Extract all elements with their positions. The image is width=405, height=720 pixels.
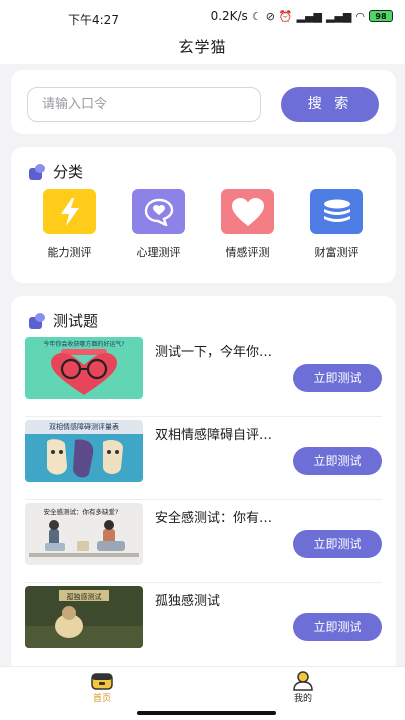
signal-icon: ▂▄▆ <box>296 9 322 23</box>
thumbnail-caption: 双相情感障碍测评量表 <box>49 422 119 431</box>
category-label: 心理测评 <box>136 246 181 259</box>
battery-icon: 98 <box>369 10 393 22</box>
test-row[interactable]: 双相情感障碍测评量表 双相情感障碍自评量表 立即测试 <box>25 417 382 500</box>
category-title: 分类 <box>53 163 84 181</box>
lightning-icon <box>43 189 96 234</box>
category-item-psychology[interactable]: 心理测评 <box>114 189 203 260</box>
category-item-emotion[interactable]: 情感评测 <box>203 189 292 260</box>
category-section-icon <box>29 163 45 180</box>
status-indicators: 0.2K/s ☾ ⊘ ⏰ ▂▄▆ ▂▄▆ ◠ 98 <box>211 9 393 23</box>
test-thumbnail: 今年你会收获哪方面的好运气? <box>25 337 143 399</box>
test-list: 今年你会收获哪方面的好运气? 测试一下，今年你会收获哪方面的好运气？ 立即测试 … <box>11 334 396 666</box>
category-label: 财富测评 <box>314 246 359 259</box>
category-header: 分类 <box>29 161 83 182</box>
heart-bubble-icon <box>132 189 185 234</box>
thumbnail-caption: 孤独感测试 <box>67 592 102 601</box>
start-test-button[interactable]: 立即测试 <box>293 613 382 641</box>
test-title: 测试一下，今年你会收获哪方面的好运气？ <box>155 345 283 360</box>
test-thumbnail: 安全感测试：你有多缺爱? <box>25 503 143 565</box>
coins-icon <box>310 189 363 234</box>
user-icon <box>293 671 313 691</box>
category-item-ability[interactable]: 能力测评 <box>25 189 114 260</box>
status-bar: 下午4:27 0.2K/s ☾ ⊘ ⏰ ▂▄▆ ▂▄▆ ◠ 98 <box>0 0 405 34</box>
test-row[interactable]: 孤独感测试 孤独感测试 立即测试 <box>25 583 382 666</box>
tab-me-label: 我的 <box>293 694 312 704</box>
test-title: 孤独感测试 <box>155 594 221 609</box>
wifi-icon: ◠ <box>355 9 365 23</box>
test-section-icon <box>29 312 45 329</box>
search-input[interactable]: 请输入口令 <box>27 87 261 122</box>
heart-icon <box>221 189 274 234</box>
status-time: 下午4:27 <box>68 13 119 27</box>
alarm-icon: ⏰ <box>278 9 293 23</box>
tab-me[interactable]: 我的 <box>273 671 333 704</box>
category-label: 能力测评 <box>47 246 92 259</box>
home-icon <box>91 673 113 690</box>
start-test-button[interactable]: 立即测试 <box>293 530 382 558</box>
mute-icon: ⊘ <box>265 9 275 23</box>
home-indicator <box>137 711 276 715</box>
signal-icon-2: ▂▄▆ <box>326 9 352 23</box>
tab-home-label: 首页 <box>92 694 111 704</box>
test-header: 测试题 <box>29 310 98 331</box>
test-section-title: 测试题 <box>53 312 99 330</box>
category-card: 分类 能力测评 心理测评 情感评测 财富测评 <box>11 147 396 283</box>
search-card: 请输入口令 搜 索 <box>11 70 396 134</box>
test-thumbnail: 孤独感测试 <box>25 586 143 648</box>
test-row[interactable]: 安全感测试：你有多缺爱? 安全感测试：你有多缺爱？ 立即测试 <box>25 500 382 583</box>
test-thumbnail: 双相情感障碍测评量表 <box>25 420 143 482</box>
category-item-wealth[interactable]: 财富测评 <box>292 189 381 260</box>
search-button[interactable]: 搜 索 <box>281 87 379 122</box>
category-label: 情感评测 <box>225 246 270 259</box>
category-grid: 能力测评 心理测评 情感评测 财富测评 <box>11 189 396 260</box>
thumbnail-caption: 今年你会收获哪方面的好运气? <box>43 340 124 348</box>
network-speed: 0.2K/s <box>210 9 248 23</box>
page-title: 玄学猫 <box>0 34 405 64</box>
test-title: 双相情感障碍自评量表 <box>155 428 283 443</box>
moon-icon: ☾ <box>251 9 262 23</box>
test-row[interactable]: 今年你会收获哪方面的好运气? 测试一下，今年你会收获哪方面的好运气？ 立即测试 <box>25 334 382 417</box>
start-test-button[interactable]: 立即测试 <box>293 364 382 392</box>
tab-home[interactable]: 首页 <box>72 671 132 704</box>
start-test-button[interactable]: 立即测试 <box>293 447 382 475</box>
test-title: 安全感测试：你有多缺爱？ <box>155 511 283 526</box>
thumbnail-caption: 安全感测试：你有多缺爱? <box>44 507 119 516</box>
test-card: 测试题 今年你会收获哪方面的好运气? 测试一下，今年你会收获哪方面的好运气？ 立… <box>11 296 396 676</box>
